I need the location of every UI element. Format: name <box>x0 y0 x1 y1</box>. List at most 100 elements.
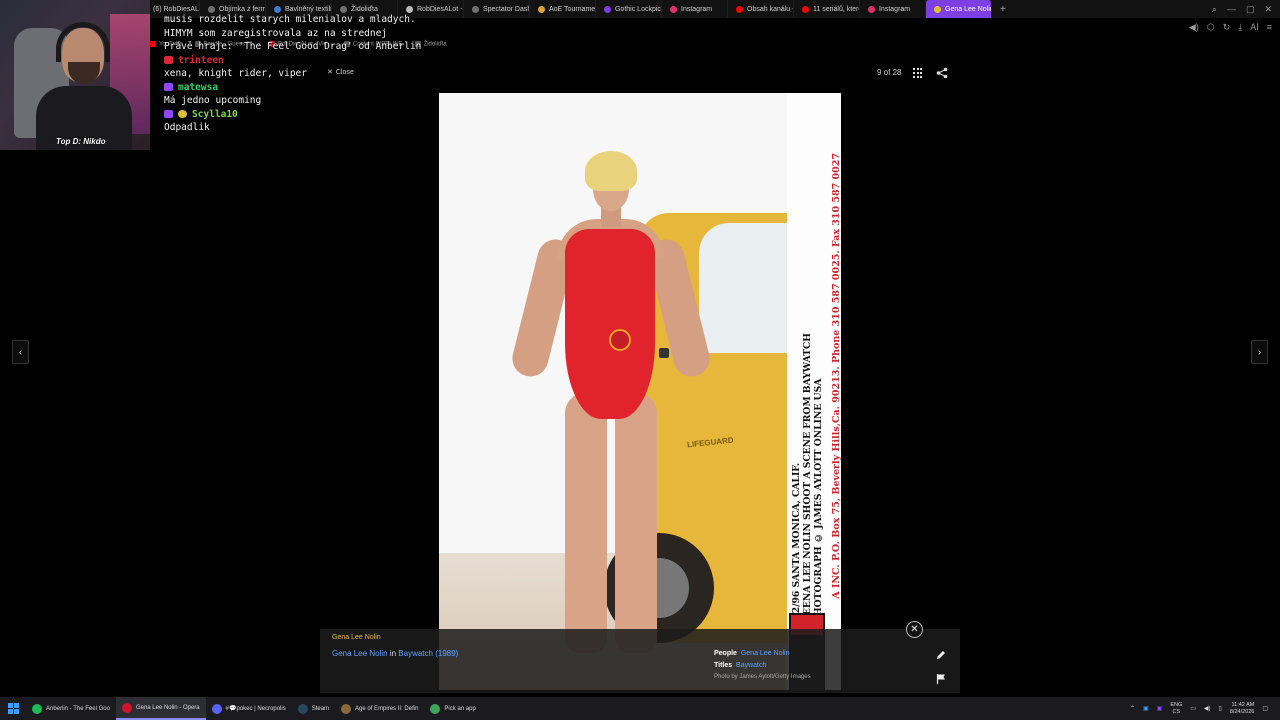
taskbar-app[interactable]: Gena Lee Nolin - Opera <box>115 697 206 720</box>
taskbar-app[interactable]: Anberlin - The Feel Goo <box>26 697 116 720</box>
favicon-icon <box>406 5 413 13</box>
notification-icon[interactable]: ▢ <box>1262 705 1268 712</box>
webcam-overlay: Top D: Nikdo <box>0 0 150 150</box>
browser-toolbar-icons: ◀) ⬡ ↻ ⤓ AI ≡ <box>1189 22 1272 33</box>
app-icon <box>121 702 132 713</box>
tab-label: Gena Lee Nolin <box>945 5 992 13</box>
app-icon <box>341 703 352 714</box>
taskbar-app-label: Anberlin - The Feel Goo <box>46 705 110 712</box>
chevron-left-icon: ‹ <box>18 346 23 358</box>
browser-tab[interactable]: 11 seriálů, které vy <box>794 0 860 18</box>
browser-tab[interactable]: Instagram <box>860 0 926 18</box>
extensions-icon[interactable]: ⬡ <box>1207 22 1215 33</box>
red-swimsuit <box>565 229 655 419</box>
caption-title: Gena Lee Nolin <box>332 634 381 641</box>
title-link[interactable]: Baywatch (1989) <box>398 649 458 658</box>
menu-icon[interactable]: ≡ <box>1267 22 1272 33</box>
taskbar-app[interactable]: Age of Empires II: Defin <box>335 697 424 720</box>
chevron-up-icon[interactable]: ⌃ <box>1130 705 1135 712</box>
start-button[interactable] <box>0 697 26 720</box>
headphones-icon <box>56 22 110 62</box>
taskbar-app[interactable]: #💬pokec | Necropolis <box>206 697 292 720</box>
download-icon[interactable]: ⤓ <box>1238 22 1242 33</box>
taskbar-app-label: Age of Empires II: Defin <box>355 705 419 712</box>
lifeguard-patch <box>609 329 631 351</box>
main-photo: LIFEGUARD A INC. P.O. Box 75, Beverly Hi… <box>439 93 841 690</box>
taskbar-app-label: #💬pokec | Necropolis <box>225 706 286 712</box>
blonde-hair <box>585 151 637 191</box>
badge-icon <box>164 56 173 65</box>
chat-message: Právě hraje: 'The Feel Good Drag' od Anb… <box>164 41 422 52</box>
speaker-icon[interactable]: ◀) <box>1189 22 1199 33</box>
chat-message: musis rozdelit starych milenialov a mlad… <box>164 14 416 25</box>
ai-icon[interactable]: AI <box>1250 22 1259 33</box>
next-image-button[interactable]: › <box>1251 340 1268 364</box>
taskbar-app-label: Pick an app <box>444 705 476 712</box>
maximize-icon[interactable]: ▢ <box>1246 4 1255 15</box>
tab-label: Instagram <box>879 5 911 13</box>
browser-tab[interactable]: Instagram <box>662 0 728 18</box>
volume-icon[interactable]: ◀) <box>1204 705 1211 712</box>
close-icon: ✕ <box>910 624 919 635</box>
browser-tab[interactable]: Spectator Dashboar <box>464 0 530 18</box>
favicon-icon <box>274 5 281 13</box>
favicon-icon <box>670 5 677 13</box>
share-icon[interactable] <box>936 67 948 79</box>
app-icon <box>430 703 441 714</box>
browser-tab[interactable]: Gothic Lockpick Se <box>596 0 662 18</box>
close-label: Close <box>335 68 354 76</box>
network-icon[interactable]: ▭ <box>1190 705 1196 712</box>
close-icon: ✕ <box>327 69 333 76</box>
language-indicator[interactable]: ENG CS <box>1170 702 1182 716</box>
search-tabs-icon[interactable]: ⌕ <box>1212 4 1217 15</box>
tab-label: Spectator Dashboar <box>483 5 530 13</box>
people-link[interactable]: Gena Lee Nolin <box>741 650 790 657</box>
tab-label: AoE Tournament M <box>549 5 596 13</box>
chat-message: HIMYM som zaregistrovala az na strednej <box>164 27 388 39</box>
tab-label: (6) RobDiesALot - <box>153 5 199 13</box>
close-button[interactable]: ✕ Close <box>327 68 354 77</box>
app-icon <box>32 703 42 714</box>
tab-label: Obsah kanálu - You <box>747 5 793 13</box>
new-tab-button[interactable]: + <box>992 4 1014 15</box>
tray-app-icon[interactable]: ▣ <box>1157 705 1163 712</box>
favicon-icon <box>736 5 743 13</box>
watch <box>659 348 669 358</box>
battery-icon[interactable]: ▯ <box>1219 705 1222 712</box>
windows-taskbar: Anberlin - The Feel Goo Gena Lee Nolin - … <box>0 697 1280 720</box>
flag-icon[interactable] <box>935 673 947 685</box>
favicon-icon <box>802 5 809 13</box>
app-icon <box>211 703 222 714</box>
tab-label: Židoliďta <box>351 5 378 13</box>
edit-icon[interactable] <box>935 649 947 661</box>
person-link[interactable]: Gena Lee Nolin <box>332 649 388 658</box>
tray-app-icon[interactable]: ▣ <box>1143 705 1149 712</box>
clock[interactable]: 11:42 AM 8/24/2026 <box>1230 702 1254 716</box>
caption-close-button[interactable]: ✕ <box>906 621 923 638</box>
browser-tab[interactable]: Obsah kanálu - You <box>728 0 794 18</box>
minimize-icon[interactable]: — <box>1227 4 1236 15</box>
browser-tab[interactable]: Gena Lee Nolin <box>926 0 992 18</box>
previous-image-button[interactable]: ‹ <box>12 340 29 364</box>
screen: RobDiesALot - TwitcHrátenos - YouTube(6)… <box>0 0 1280 720</box>
favicon-icon <box>538 5 545 13</box>
close-window-icon[interactable]: ✕ <box>1264 4 1272 15</box>
chat-username: trinteen <box>164 54 464 68</box>
refresh-icon[interactable]: ↻ <box>1223 22 1231 33</box>
taskbar-app[interactable]: Steam <box>292 697 335 720</box>
tab-label: Objímka z fermopla <box>219 5 266 13</box>
webcam-caption: Top D: Nikdo <box>56 137 106 146</box>
windows-logo-icon <box>7 703 19 714</box>
favicon-icon <box>868 5 875 13</box>
chat-username: Scylla10 <box>164 108 464 122</box>
taskbar-app[interactable]: Pick an app <box>424 697 481 720</box>
caption-panel: Gena Lee Nolin Gena Lee Nolin in Baywatc… <box>320 629 960 693</box>
favicon-icon <box>472 5 479 13</box>
chat-overlay: musis rozdelit starych milenialov a mlad… <box>164 13 464 135</box>
image-counter: 9 of 28 <box>877 68 902 77</box>
taskbar-app-label: Gena Lee Nolin - Opera <box>135 704 200 711</box>
grid-view-icon[interactable] <box>913 68 923 78</box>
browser-tab[interactable]: AoE Tournament M <box>530 0 596 18</box>
titles-link[interactable]: Baywatch <box>736 662 766 669</box>
caption-meta: People Gena Lee Nolin Titles Baywatch <box>714 650 790 669</box>
